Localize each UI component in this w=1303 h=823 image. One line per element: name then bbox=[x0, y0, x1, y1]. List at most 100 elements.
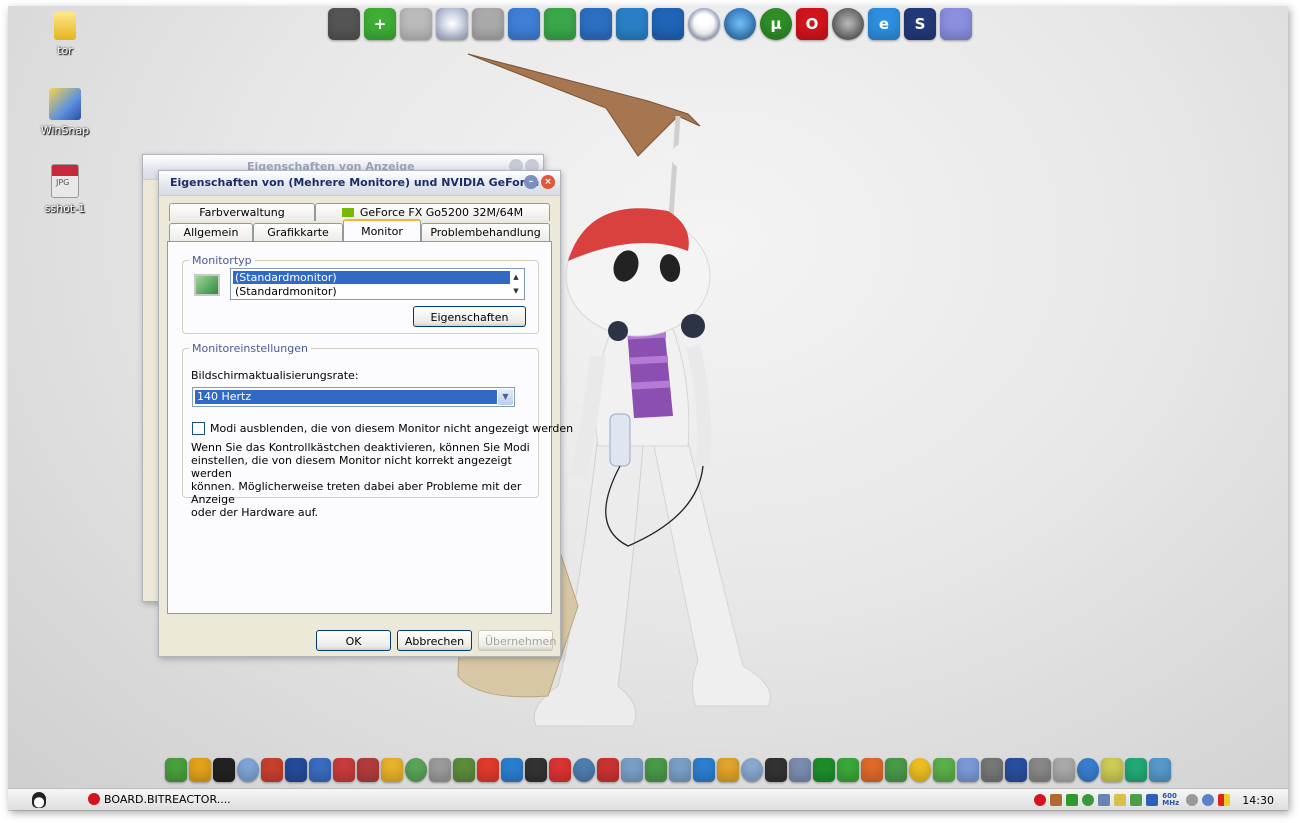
system-tray: 600 MHz 14:30 bbox=[1032, 789, 1288, 811]
file-icon[interactable] bbox=[400, 8, 432, 40]
dialog-titlebar[interactable]: Eigenschaften von (Mehrere Monitore) und… bbox=[159, 171, 560, 196]
folder-icon[interactable] bbox=[508, 8, 540, 40]
cpu-speed[interactable]: 600 MHz bbox=[1162, 793, 1182, 807]
opera-icon[interactable]: O bbox=[796, 8, 828, 40]
dock-launcher-icon[interactable] bbox=[453, 758, 475, 782]
pencil-tray-icon[interactable] bbox=[1114, 794, 1127, 806]
dock-launcher-icon[interactable] bbox=[525, 758, 547, 782]
opera-tray-icon[interactable] bbox=[1034, 794, 1047, 806]
recycle-icon[interactable] bbox=[544, 8, 576, 40]
dock-launcher-icon[interactable] bbox=[957, 758, 979, 782]
dock-launcher-icon[interactable] bbox=[333, 758, 355, 782]
eye-tray-icon[interactable] bbox=[1186, 794, 1199, 806]
dock-launcher-icon[interactable] bbox=[981, 758, 1003, 782]
rabbit-tray-icon[interactable] bbox=[1050, 794, 1063, 806]
hide-modes-label[interactable]: Modi ausblenden, die von diesem Monitor … bbox=[210, 422, 573, 435]
ie-icon[interactable]: e bbox=[868, 8, 900, 40]
dock-launcher-icon[interactable] bbox=[1077, 758, 1099, 782]
file-icon[interactable] bbox=[472, 8, 504, 40]
box-icon[interactable] bbox=[940, 8, 972, 40]
dock-launcher-icon[interactable] bbox=[813, 758, 835, 782]
flag-tray-icon[interactable] bbox=[1146, 794, 1159, 806]
tab-monitor[interactable]: Monitor bbox=[343, 219, 421, 241]
tab-problembehandlung[interactable]: Problembehandlung bbox=[421, 223, 550, 241]
dock-launcher-icon[interactable] bbox=[717, 758, 739, 782]
dock-launcher-icon[interactable] bbox=[861, 758, 883, 782]
desktop-icon-tor[interactable]: tor bbox=[30, 12, 100, 57]
dock-launcher-icon[interactable] bbox=[669, 758, 691, 782]
list-scrollbar[interactable]: ▲ ▼ bbox=[509, 270, 523, 298]
cancel-button[interactable]: Abbrechen bbox=[397, 630, 472, 651]
dock-launcher-icon[interactable] bbox=[357, 758, 379, 782]
chevron-down-icon[interactable]: ▼ bbox=[498, 389, 513, 405]
close-icon[interactable]: × bbox=[541, 175, 555, 189]
dock-launcher-icon[interactable] bbox=[741, 758, 763, 782]
dock-launcher-icon[interactable] bbox=[885, 758, 907, 782]
dock-launcher-icon[interactable] bbox=[261, 758, 283, 782]
monitor-properties-button[interactable]: Eigenschaften bbox=[413, 306, 526, 327]
dock-launcher-icon[interactable] bbox=[549, 758, 571, 782]
tab-geforce-label: GeForce FX Go5200 32M/64M bbox=[359, 206, 524, 219]
globe-icon[interactable] bbox=[724, 8, 756, 40]
dock-launcher-icon[interactable] bbox=[837, 758, 859, 782]
monitor-icon[interactable] bbox=[328, 8, 360, 40]
dock-launcher-icon[interactable] bbox=[765, 758, 787, 782]
dock-launcher-icon[interactable] bbox=[1053, 758, 1075, 782]
dock-launcher-icon[interactable] bbox=[909, 758, 931, 782]
dvd-icon[interactable] bbox=[436, 8, 468, 40]
script-icon[interactable]: S bbox=[904, 8, 936, 40]
dock-launcher-icon[interactable] bbox=[213, 758, 235, 782]
desktop-icon-sshot[interactable]: JPG sshot-1 bbox=[30, 164, 100, 215]
clock[interactable]: 14:30 bbox=[1242, 794, 1274, 807]
firefox-icon[interactable] bbox=[832, 8, 864, 40]
hide-modes-checkbox[interactable] bbox=[192, 422, 205, 435]
dock-launcher-icon[interactable] bbox=[189, 758, 211, 782]
network-icon[interactable] bbox=[616, 8, 648, 40]
colors-tray-icon[interactable] bbox=[1218, 794, 1231, 806]
utorrent-tray-icon[interactable] bbox=[1082, 794, 1095, 806]
ok-button[interactable]: OK bbox=[316, 630, 391, 651]
dock-launcher-icon[interactable] bbox=[693, 758, 715, 782]
start-button[interactable] bbox=[30, 791, 48, 809]
battery-tray-icon[interactable] bbox=[1130, 794, 1143, 806]
dock-launcher-icon[interactable] bbox=[1101, 758, 1123, 782]
monitor-list[interactable]: (Standardmonitor) (Standardmonitor) ▲ ▼ bbox=[230, 268, 525, 300]
dock-launcher-icon[interactable] bbox=[621, 758, 643, 782]
dock-launcher-icon[interactable] bbox=[573, 758, 595, 782]
refresh-rate-select[interactable]: 140 Hertz ▼ bbox=[192, 387, 515, 407]
dock-launcher-icon[interactable] bbox=[237, 758, 259, 782]
dock-launcher-icon[interactable] bbox=[1149, 758, 1171, 782]
dock-launcher-icon[interactable] bbox=[165, 758, 187, 782]
dock-launcher-icon[interactable] bbox=[789, 758, 811, 782]
vista-icon[interactable] bbox=[652, 8, 684, 40]
dock-launcher-icon[interactable] bbox=[1125, 758, 1147, 782]
tab-allgemein[interactable]: Allgemein bbox=[169, 223, 253, 241]
dock-launcher-icon[interactable] bbox=[1029, 758, 1051, 782]
dock-launcher-icon[interactable] bbox=[381, 758, 403, 782]
taskbar-item[interactable]: BOARD.BITREACTOR.... bbox=[88, 791, 238, 809]
monitor-list-item[interactable]: (Standardmonitor) bbox=[233, 285, 510, 298]
folder-icon[interactable] bbox=[580, 8, 612, 40]
gear-tray-icon[interactable] bbox=[1202, 794, 1215, 806]
network-tray-icon[interactable] bbox=[1098, 794, 1111, 806]
tab-farbverwaltung[interactable]: Farbverwaltung bbox=[169, 203, 315, 221]
dock-launcher-icon[interactable] bbox=[477, 758, 499, 782]
tab-grafikkarte[interactable]: Grafikkarte bbox=[253, 223, 343, 241]
dock-launcher-icon[interactable] bbox=[309, 758, 331, 782]
dock-launcher-icon[interactable] bbox=[597, 758, 619, 782]
monitor-list-item[interactable]: (Standardmonitor) bbox=[233, 271, 510, 284]
add-icon[interactable]: + bbox=[364, 8, 396, 40]
clock-icon[interactable] bbox=[688, 8, 720, 40]
apply-button[interactable]: Übernehmen bbox=[478, 630, 556, 651]
dock-launcher-icon[interactable] bbox=[501, 758, 523, 782]
dock-launcher-icon[interactable] bbox=[1005, 758, 1027, 782]
desktop-icon-winsnap[interactable]: WinSnap bbox=[30, 88, 100, 137]
play-tray-icon[interactable] bbox=[1066, 794, 1079, 806]
minimize-icon[interactable]: – bbox=[524, 175, 538, 189]
dock-launcher-icon[interactable] bbox=[285, 758, 307, 782]
dock-launcher-icon[interactable] bbox=[429, 758, 451, 782]
utorrent-icon[interactable]: µ bbox=[760, 8, 792, 40]
dock-launcher-icon[interactable] bbox=[405, 758, 427, 782]
dock-launcher-icon[interactable] bbox=[933, 758, 955, 782]
dock-launcher-icon[interactable] bbox=[645, 758, 667, 782]
